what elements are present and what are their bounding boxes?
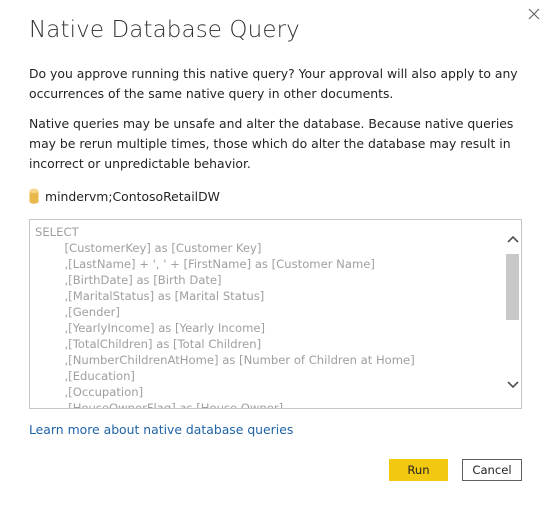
query-line: ,[NumberChildrenAtHome] as [Number of Ch… [35,353,415,367]
query-line: ,[MaritalStatus] as [Marital Status] [35,289,265,303]
run-button[interactable]: Run [389,459,448,481]
close-icon [528,8,540,20]
database-icon [29,188,39,204]
dialog-title: Native Database Query [29,17,300,43]
query-line: ,[LastName] + ', ' + [FirstName] as [Cus… [35,257,375,271]
cancel-button[interactable]: Cancel [462,459,522,481]
scroll-down-button[interactable] [504,376,521,393]
query-line: ,[HouseOwnerFlag] as [House Owner] [35,401,284,409]
query-textbox[interactable]: SELECT [CustomerKey] as [Customer Key] ,… [29,219,522,409]
query-line: ,[Education] [35,369,135,383]
close-button[interactable] [522,2,546,26]
data-source-label: mindervm;ContosoRetailDW [45,188,220,204]
learn-more-link[interactable]: Learn more about native database queries [29,422,293,437]
query-line: ,[BirthDate] as [Birth Date] [35,273,222,287]
query-line: ,[Occupation] [35,385,144,399]
query-line: ,[TotalChildren] as [Total Children] [35,337,262,351]
query-line: ,[YearlyIncome] as [Yearly Income] [35,321,266,335]
chevron-up-icon [506,235,519,243]
query-line: [CustomerKey] as [Customer Key] [35,241,262,255]
data-source: mindervm;ContosoRetailDW [29,188,220,204]
scroll-thumb[interactable] [506,254,519,320]
query-text: SELECT [CustomerKey] as [Customer Key] ,… [35,224,501,409]
native-query-dialog: Native Database Query Do you approve run… [0,0,552,511]
query-line: SELECT [35,225,79,239]
chevron-down-icon [506,380,519,388]
warning-text: Native queries may be unsafe and alter t… [29,116,514,171]
scroll-up-button[interactable] [504,230,521,247]
query-line: ,[Gender] [35,305,120,319]
approval-text: Do you approve running this native query… [29,66,518,101]
query-scrollbar[interactable] [504,220,521,408]
